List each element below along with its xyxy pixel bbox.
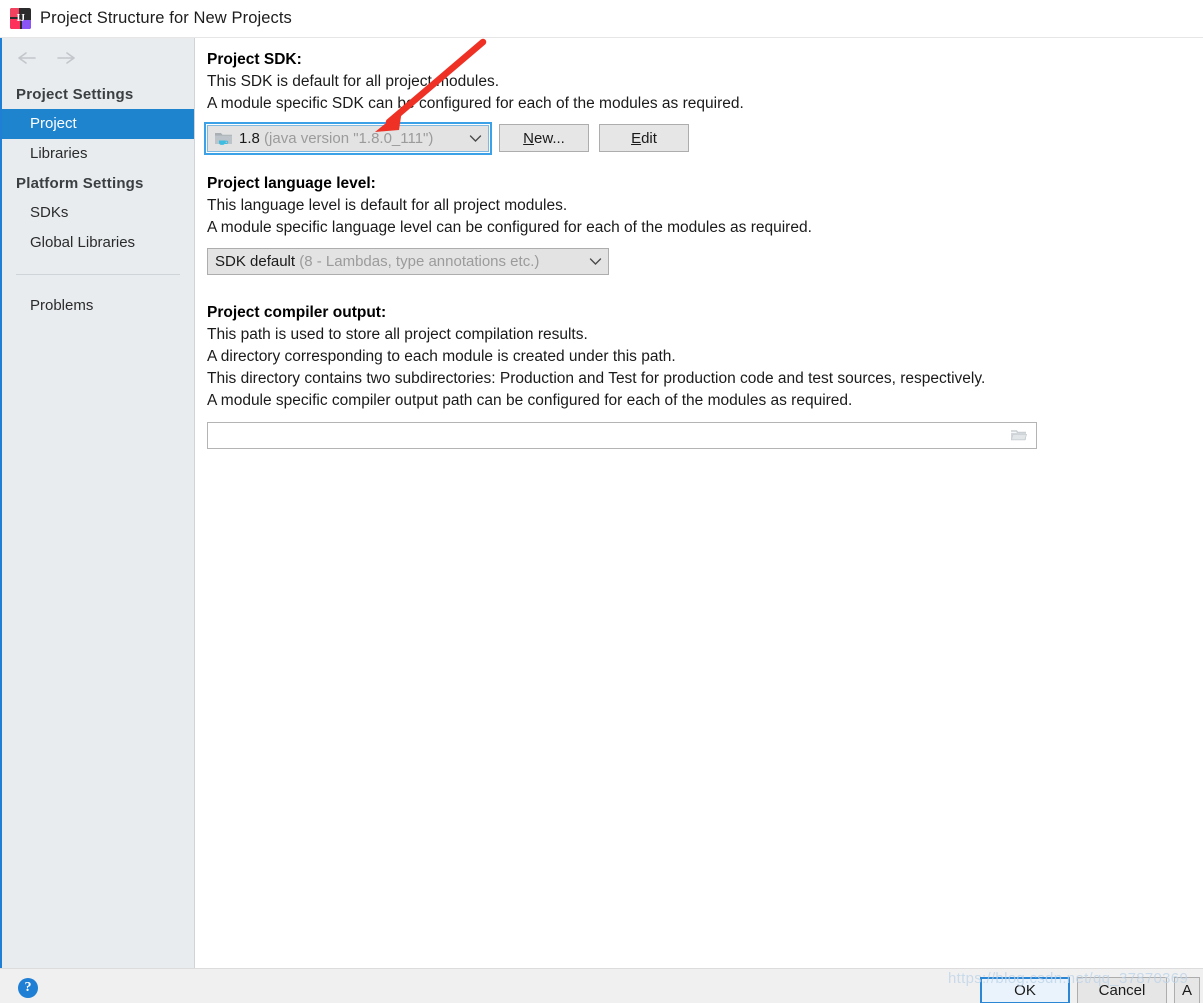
language-level-desc-1: This language level is default for all p… <box>207 197 568 214</box>
jdk-folder-icon <box>215 131 233 146</box>
language-level-value: SDK default <box>215 253 296 270</box>
title-bar: IJ Project Structure for New Projects <box>0 0 1203 38</box>
ok-button[interactable]: OK <box>980 977 1070 1003</box>
arrow-left-icon[interactable] <box>16 50 38 66</box>
help-button[interactable]: ? <box>18 978 38 998</box>
project-sdk-desc-1: This SDK is default for all project modu… <box>207 73 500 90</box>
compiler-output-title: Project compiler output: <box>207 304 387 321</box>
sidebar-item-sdks[interactable]: SDKs <box>2 198 194 228</box>
project-sdk-detail: (java version "1.8.0_111") <box>264 129 434 147</box>
chevron-down-icon[interactable] <box>455 134 482 143</box>
window-title: Project Structure for New Projects <box>40 9 292 27</box>
project-settings-pane: Project SDK: This SDK is default for all… <box>196 38 1203 968</box>
compiler-output-desc-2: A directory corresponding to each module… <box>207 348 676 365</box>
sidebar-section-platform-settings: Platform Settings <box>16 175 144 192</box>
edit-button-mnemonic: E <box>631 129 642 147</box>
language-level-combo[interactable]: SDK default (8 - Lambdas, type annotatio… <box>207 248 609 275</box>
apply-button[interactable]: A <box>1174 977 1200 1003</box>
project-sdk-desc-2: A module specific SDK can be configured … <box>207 95 744 112</box>
intellij-idea-logo-icon: IJ <box>10 8 31 29</box>
language-level-detail: (8 - Lambdas, type annotations etc.) <box>299 253 540 270</box>
chevron-down-icon[interactable] <box>575 257 602 266</box>
new-sdk-button[interactable]: New... <box>499 124 589 152</box>
language-level-title: Project language level: <box>207 175 376 192</box>
dialog-action-buttons: OK Cancel A <box>980 977 1200 1003</box>
navigation-arrows <box>2 38 194 66</box>
compiler-output-desc-3: This directory contains two subdirectori… <box>207 370 986 387</box>
dialog-bottom-bar: ? OK Cancel A <box>0 968 1203 1003</box>
project-sdk-title: Project SDK: <box>207 51 302 68</box>
edit-button-label: dit <box>641 129 657 147</box>
new-button-label: ew... <box>533 129 565 147</box>
window-body: Project Settings Project Libraries Platf… <box>0 38 1203 968</box>
cancel-button[interactable]: Cancel <box>1077 977 1167 1003</box>
settings-sidebar: Project Settings Project Libraries Platf… <box>2 38 195 968</box>
project-sdk-value: 1.8 <box>239 129 260 147</box>
sidebar-item-libraries[interactable]: Libraries <box>2 139 194 169</box>
new-button-mnemonic: N <box>523 129 534 147</box>
project-sdk-row: 1.8 (java version "1.8.0_111") New... Ed… <box>204 121 1203 155</box>
sidebar-section-project-settings: Project Settings <box>16 86 134 103</box>
project-sdk-combo[interactable]: 1.8 (java version "1.8.0_111") <box>204 121 492 155</box>
sidebar-item-global-libraries[interactable]: Global Libraries <box>2 228 194 258</box>
arrow-right-icon[interactable] <box>55 50 77 66</box>
project-structure-dialog: IJ Project Structure for New Projects Pr… <box>0 0 1203 1003</box>
folder-browse-icon[interactable] <box>1008 426 1030 446</box>
compiler-output-input[interactable] <box>214 427 1008 444</box>
language-level-desc-2: A module specific language level can be … <box>207 219 812 236</box>
compiler-output-desc-1: This path is used to store all project c… <box>207 326 588 343</box>
language-level-row: SDK default (8 - Lambdas, type annotatio… <box>207 248 1203 275</box>
compiler-output-desc-4: A module specific compiler output path c… <box>207 392 853 409</box>
sidebar-item-project[interactable]: Project <box>2 109 194 139</box>
compiler-output-row <box>207 422 1203 449</box>
edit-sdk-button[interactable]: Edit <box>599 124 689 152</box>
sidebar-item-problems[interactable]: Problems <box>2 291 194 321</box>
compiler-output-field[interactable] <box>207 422 1037 449</box>
